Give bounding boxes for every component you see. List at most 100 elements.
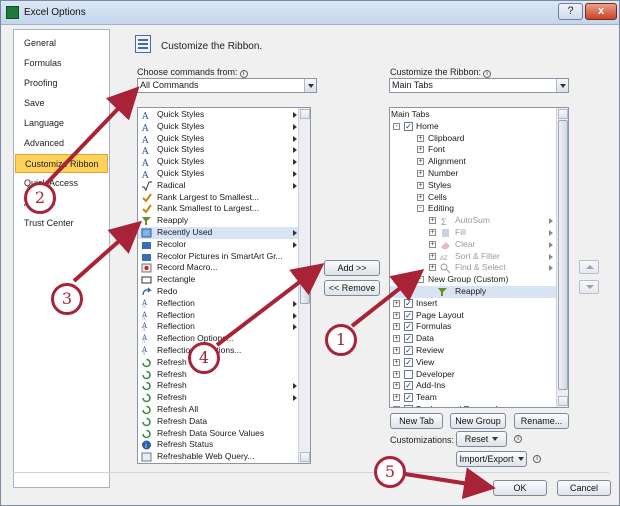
commands-scrollbar[interactable] bbox=[298, 108, 310, 463]
expand-icon[interactable]: + bbox=[429, 240, 436, 248]
command-item[interactable]: A Quick Styles bbox=[138, 133, 298, 146]
tree-item[interactable]: Reapply bbox=[390, 286, 556, 298]
command-item[interactable]: A Quick Styles bbox=[138, 144, 298, 157]
tree-item[interactable]: - ✓ Home bbox=[390, 121, 556, 133]
customize-ribbon-select[interactable]: Main Tabs bbox=[389, 78, 569, 93]
tree-item[interactable]: + ✓ Data bbox=[390, 333, 556, 345]
command-item[interactable]: Record Macro... bbox=[138, 262, 298, 274]
tree-item[interactable]: + ✓ View bbox=[390, 357, 556, 369]
add-button[interactable]: Add >> bbox=[324, 260, 380, 276]
command-item[interactable]: Rank Smallest to Largest... bbox=[138, 203, 298, 215]
expand-icon[interactable]: + bbox=[393, 323, 400, 331]
tab-checkbox[interactable]: ✓ bbox=[404, 405, 413, 407]
command-item[interactable]: Refresh All bbox=[138, 404, 298, 416]
tree-item[interactable]: + ✓Background Removal bbox=[390, 404, 556, 407]
tree-item[interactable]: + ✓ Insert bbox=[390, 298, 556, 310]
tree-item[interactable]: + ✓ Add-Ins bbox=[390, 380, 556, 392]
expand-icon[interactable]: + bbox=[393, 406, 400, 407]
command-item[interactable]: A Quick Styles bbox=[138, 156, 298, 169]
nav-item-general[interactable]: General bbox=[15, 34, 108, 53]
tree-item[interactable]: + Styles bbox=[390, 180, 556, 192]
tree-item[interactable]: + ✓ Formulas bbox=[390, 321, 556, 333]
command-item[interactable]: Refresh bbox=[138, 380, 298, 392]
expand-icon[interactable]: + bbox=[429, 264, 436, 272]
command-item[interactable]: Recently Used bbox=[138, 227, 298, 239]
command-item[interactable]: Redo bbox=[138, 286, 298, 298]
nav-item-customize-ribbon[interactable]: Customize Ribbon bbox=[15, 154, 108, 173]
command-item[interactable]: A Quick Styles bbox=[138, 168, 298, 181]
nav-item-language[interactable]: Language bbox=[15, 114, 108, 133]
expand-icon[interactable]: + bbox=[393, 299, 400, 307]
help-button[interactable]: ? bbox=[558, 3, 583, 20]
expand-icon[interactable]: + bbox=[417, 158, 424, 166]
scroll-down-arrow[interactable] bbox=[300, 452, 310, 462]
tab-checkbox[interactable] bbox=[404, 369, 413, 379]
tab-checkbox[interactable]: ✓ bbox=[404, 322, 413, 332]
expand-icon[interactable]: + bbox=[393, 347, 400, 354]
scroll-thumb[interactable] bbox=[300, 280, 310, 304]
commands-list[interactable]: A Quick Styles A Quick Styles A Quick Styles A… bbox=[137, 107, 311, 464]
tab-checkbox[interactable]: ✓ bbox=[404, 298, 413, 308]
tree-item[interactable]: + Σ AutoSum bbox=[390, 215, 556, 227]
command-item[interactable]: A A Reflection bbox=[138, 321, 298, 333]
tree-item[interactable]: + ✓ Team bbox=[390, 392, 556, 404]
command-item[interactable]: Refresh Data Source Values bbox=[138, 428, 298, 440]
expand-icon[interactable]: + bbox=[393, 394, 400, 402]
command-item[interactable]: Recolor bbox=[138, 239, 298, 251]
command-item[interactable]: Refreshable Web Query... bbox=[138, 451, 298, 463]
expand-icon[interactable]: + bbox=[429, 229, 436, 236]
nav-item-advanced[interactable]: Advanced bbox=[15, 134, 108, 153]
expand-icon[interactable]: + bbox=[393, 358, 400, 366]
cancel-button[interactable]: Cancel bbox=[557, 480, 611, 496]
tree-item[interactable]: - Editing bbox=[390, 203, 556, 215]
tab-checkbox[interactable]: ✓ bbox=[404, 121, 413, 131]
tree-item[interactable]: + Number bbox=[390, 168, 556, 180]
tree-item[interactable]: + ✓ Page Layout bbox=[390, 310, 556, 322]
expand-icon[interactable]: + bbox=[393, 335, 400, 343]
tab-checkbox[interactable]: ✓ bbox=[404, 310, 413, 320]
tree-item[interactable]: + Clipboard bbox=[390, 133, 556, 145]
ribbon-tabs-tree[interactable]: Main Tabs - ✓ Home + Clipboard + Font + Alignment… bbox=[389, 107, 569, 408]
tree-item[interactable]: + Find & Select bbox=[390, 262, 556, 274]
move-up-button[interactable] bbox=[579, 260, 599, 274]
choose-commands-select[interactable]: All Commands bbox=[137, 78, 317, 93]
tree-scrollbar[interactable] bbox=[556, 108, 568, 407]
command-item[interactable]: A Quick Styles bbox=[138, 121, 298, 134]
scroll-up-arrow[interactable] bbox=[558, 109, 568, 119]
rename-button[interactable]: Rename... bbox=[514, 413, 569, 429]
reset-button[interactable]: Reset bbox=[456, 431, 507, 447]
command-item[interactable]: A A Reflection Options... bbox=[138, 333, 298, 345]
tab-checkbox[interactable]: ✓ bbox=[404, 393, 413, 403]
expand-icon[interactable]: + bbox=[417, 170, 424, 177]
nav-item-trust-center[interactable]: Trust Center bbox=[15, 214, 108, 233]
command-item[interactable]: Recolor Pictures in SmartArt Gr... bbox=[138, 251, 298, 263]
new-group-button[interactable]: New Group bbox=[450, 413, 506, 429]
command-item[interactable]: Rank Largest to Smallest... bbox=[138, 192, 298, 204]
tree-item[interactable]: + Developer bbox=[390, 369, 556, 381]
command-item[interactable]: Radical bbox=[138, 180, 298, 192]
expand-icon[interactable]: + bbox=[417, 134, 424, 142]
scroll-down-arrow[interactable] bbox=[558, 396, 568, 406]
tab-checkbox[interactable]: ✓ bbox=[404, 346, 413, 355]
tree-item[interactable]: + Cells bbox=[390, 192, 556, 204]
collapse-icon[interactable]: - bbox=[417, 205, 424, 213]
command-item[interactable]: Refresh bbox=[138, 369, 298, 381]
command-item[interactable]: A A Reflection bbox=[138, 310, 298, 322]
expand-icon[interactable]: + bbox=[393, 311, 400, 319]
tab-checkbox[interactable]: ✓ bbox=[404, 334, 413, 344]
expand-icon[interactable]: + bbox=[429, 217, 436, 225]
scroll-thumb[interactable] bbox=[558, 120, 568, 390]
nav-item-proofing[interactable]: Proofing bbox=[15, 74, 108, 93]
close-button[interactable]: x bbox=[585, 3, 617, 20]
command-item[interactable]: A Quick Styles bbox=[138, 109, 298, 122]
expand-icon[interactable]: + bbox=[393, 382, 400, 390]
command-item[interactable]: A A Reflection bbox=[138, 298, 298, 310]
tree-item[interactable]: + Clear bbox=[390, 239, 556, 251]
tree-item[interactable]: + AZ Sort & Filter bbox=[390, 251, 556, 263]
expand-icon[interactable]: + bbox=[417, 181, 424, 189]
tab-checkbox[interactable]: ✓ bbox=[404, 357, 413, 367]
command-item[interactable]: i Refresh Status bbox=[138, 439, 298, 451]
nav-item-save[interactable]: Save bbox=[15, 94, 108, 113]
move-down-button[interactable] bbox=[579, 280, 599, 294]
tree-item[interactable]: + ✓ Review bbox=[390, 345, 556, 357]
